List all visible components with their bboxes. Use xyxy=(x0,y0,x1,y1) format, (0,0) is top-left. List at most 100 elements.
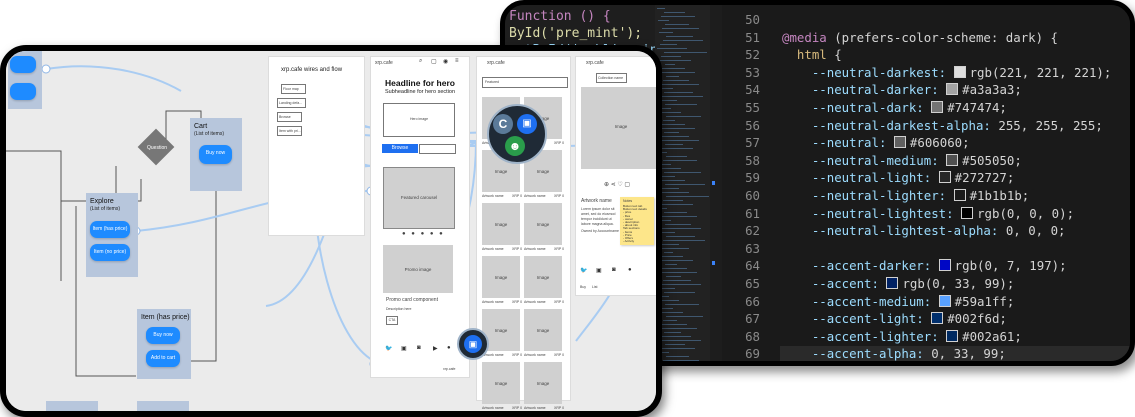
scrollbar-markers[interactable] xyxy=(710,5,722,361)
tab-list[interactable]: List xyxy=(592,285,597,289)
color-swatch[interactable] xyxy=(946,329,959,342)
collaborator-avatar-group[interactable]: C ▣ ☻ xyxy=(487,104,547,164)
featured-carousel[interactable]: Featured carousel xyxy=(383,167,455,229)
code-line[interactable]: 50 xyxy=(722,11,782,29)
color-swatch[interactable] xyxy=(953,189,966,201)
code-line[interactable]: ById('pre_mint'); xyxy=(509,25,666,42)
minimap[interactable] xyxy=(655,5,710,361)
youtube-icon[interactable]: ▶ xyxy=(433,345,438,352)
color-swatch[interactable] xyxy=(953,65,966,78)
detail-wireframe[interactable]: xrp.cafe Collection name Image ⊕ ⋖ ♡ ▢ A… xyxy=(575,56,656,296)
filter-dropdown[interactable]: Featured xyxy=(482,77,568,88)
flow-node-button[interactable] xyxy=(10,83,36,100)
twitch-icon[interactable]: ◙ xyxy=(417,345,421,351)
browse-tile[interactable]: Image xyxy=(524,309,562,351)
code-line[interactable]: 65 --accent: rgb(0, 33, 99); xyxy=(722,275,1014,293)
css-property: --accent-alpha: xyxy=(811,346,924,362)
code-line[interactable]: Function () { xyxy=(509,8,666,25)
design-canvas[interactable]: Question Cart (List of items) Buy now Ex… xyxy=(6,51,656,411)
code-line[interactable]: 69 --accent-alpha: 0, 33, 99; xyxy=(722,345,1006,362)
code-editor-main[interactable]: 50 51 @media (prefers-color-scheme: dark) … xyxy=(722,5,1130,361)
tab-buy[interactable]: Buy xyxy=(580,285,586,289)
flow-node-button[interactable] xyxy=(10,56,36,73)
code-line[interactable]: 56 --neutral-darkest-alpha: 255, 255, 25… xyxy=(722,117,1103,135)
browse-tile[interactable]: Image xyxy=(482,362,520,404)
buy-now-button[interactable]: Buy now xyxy=(199,145,232,164)
code-line[interactable]: 66 --accent-medium: #59a1ff; xyxy=(722,293,1014,311)
avatar[interactable]: C xyxy=(493,114,513,134)
code-line[interactable]: 58 --neutral-medium: #505050; xyxy=(722,152,1022,170)
wire-item[interactable]: Floor map xyxy=(281,84,306,94)
flow-node-cart[interactable]: Cart (List of items) Buy now xyxy=(190,118,242,191)
code-line[interactable]: 59 --neutral-light: #272727; xyxy=(722,169,1014,187)
wire-item[interactable]: Landing defa... xyxy=(277,98,306,108)
color-swatch[interactable] xyxy=(938,294,951,307)
color-swatch[interactable] xyxy=(938,171,951,184)
avatar[interactable]: ▣ xyxy=(517,114,537,134)
code-line[interactable]: 68 --accent-lighter: #002a61; xyxy=(722,328,1022,346)
twitter-icon[interactable]: 🐦 xyxy=(385,345,392,352)
color-swatch[interactable] xyxy=(931,312,944,325)
color-swatch[interactable] xyxy=(961,206,974,219)
flow-node-item[interactable]: Item (has price) Buy now Add to cart xyxy=(137,309,191,379)
code-line[interactable]: 53 --neutral-darkest: rgb(221, 221, 221)… xyxy=(722,64,1111,82)
linkedin-icon[interactable]: ▣ xyxy=(401,345,407,352)
css-property: --neutral-medium: xyxy=(811,152,939,168)
github-icon[interactable]: ● xyxy=(447,345,451,351)
browse-tile[interactable]: Image xyxy=(524,203,562,245)
color-swatch[interactable] xyxy=(938,259,951,272)
sticky-note[interactable]: Notes Button text tab Button text details… xyxy=(620,197,654,245)
flow-node-partial[interactable] xyxy=(137,401,189,411)
browse-button[interactable]: Browse xyxy=(382,144,418,153)
search-icon[interactable]: ⌕ xyxy=(419,58,422,65)
code-line[interactable]: 51 @media (prefers-color-scheme: dark) { xyxy=(722,29,1058,47)
color-swatch[interactable] xyxy=(931,101,944,113)
code-line[interactable]: 64 --accent-darker: rgb(0, 7, 197); xyxy=(722,257,1067,275)
twitter-icon[interactable]: 🐦 xyxy=(580,267,587,274)
color-swatch[interactable] xyxy=(946,83,959,96)
wire-item[interactable]: Browse xyxy=(277,112,302,122)
browse-tile[interactable]: Image xyxy=(524,256,562,298)
browse-tile[interactable]: Image xyxy=(482,256,520,298)
explore-item-button[interactable]: Item (has price) xyxy=(90,221,130,238)
code-line[interactable]: 52 html { xyxy=(722,46,842,64)
github-icon[interactable]: ● xyxy=(628,267,632,273)
detail-action-icons[interactable]: ⊕ ⋖ ♡ ▢ xyxy=(604,181,630,188)
code-line[interactable]: 67 --accent-light: #002f6d; xyxy=(722,310,1007,328)
avatar[interactable]: ☻ xyxy=(505,136,525,156)
wire-item[interactable]: Item with pri... xyxy=(277,126,302,136)
avatar[interactable]: ▣ xyxy=(464,335,482,353)
cart-icon[interactable]: ▢ xyxy=(431,58,437,65)
twitch-icon[interactable]: ◙ xyxy=(612,267,616,273)
collaborator-cursor-badge[interactable]: ▣ xyxy=(457,328,489,360)
code-line[interactable]: 61 --neutral-lightest: rgb(0, 0, 0); xyxy=(722,205,1074,223)
code-line[interactable]: 62 --neutral-lightest-alpha: 0, 0, 0; xyxy=(722,222,1065,240)
browse-tile[interactable]: Image xyxy=(524,362,562,404)
promo-cta-button[interactable]: CTA xyxy=(386,316,398,325)
code-line[interactable]: 55 --neutral-dark: #747474; xyxy=(722,99,1007,117)
color-swatch[interactable] xyxy=(946,153,959,166)
wires-flow-panel[interactable]: xrp.cafe wires and flow Floor map Landin… xyxy=(268,56,365,236)
flow-node-partial[interactable] xyxy=(46,401,98,411)
carousel-dots[interactable]: ● ● ● ● ● xyxy=(402,231,445,237)
flow-node-explore[interactable]: Explore (List of items) Item (has price)… xyxy=(86,193,138,277)
secondary-button[interactable] xyxy=(419,144,456,154)
linkedin-icon[interactable]: ▣ xyxy=(596,267,602,274)
home-wireframe[interactable]: xrp.cafe ⌕ ▢ ◉ ≡ Headline for hero Subhe… xyxy=(370,56,470,378)
minimap-line xyxy=(663,200,683,201)
color-swatch[interactable] xyxy=(886,277,899,289)
flow-node-partial[interactable] xyxy=(8,51,42,109)
menu-icon[interactable]: ≡ xyxy=(455,58,459,64)
code-line[interactable]: 63 xyxy=(722,240,782,258)
explore-item-button[interactable]: Item (no price) xyxy=(90,244,130,261)
code-line[interactable]: 60 --neutral-lighter: #1b1b1b; xyxy=(722,187,1029,205)
code-line[interactable]: 57 --neutral: #606060; xyxy=(722,134,970,152)
color-swatch[interactable] xyxy=(893,136,906,149)
buy-now-button[interactable]: Buy now xyxy=(146,327,180,344)
code-line[interactable]: 54 --neutral-darker: #a3a3a3; xyxy=(722,81,1022,99)
add-to-cart-button[interactable]: Add to cart xyxy=(146,350,180,367)
collection-name[interactable]: Collection name xyxy=(596,73,627,83)
account-icon[interactable]: ◉ xyxy=(443,58,448,65)
browse-tile[interactable]: Image xyxy=(482,203,520,245)
minimap-line xyxy=(658,260,693,261)
